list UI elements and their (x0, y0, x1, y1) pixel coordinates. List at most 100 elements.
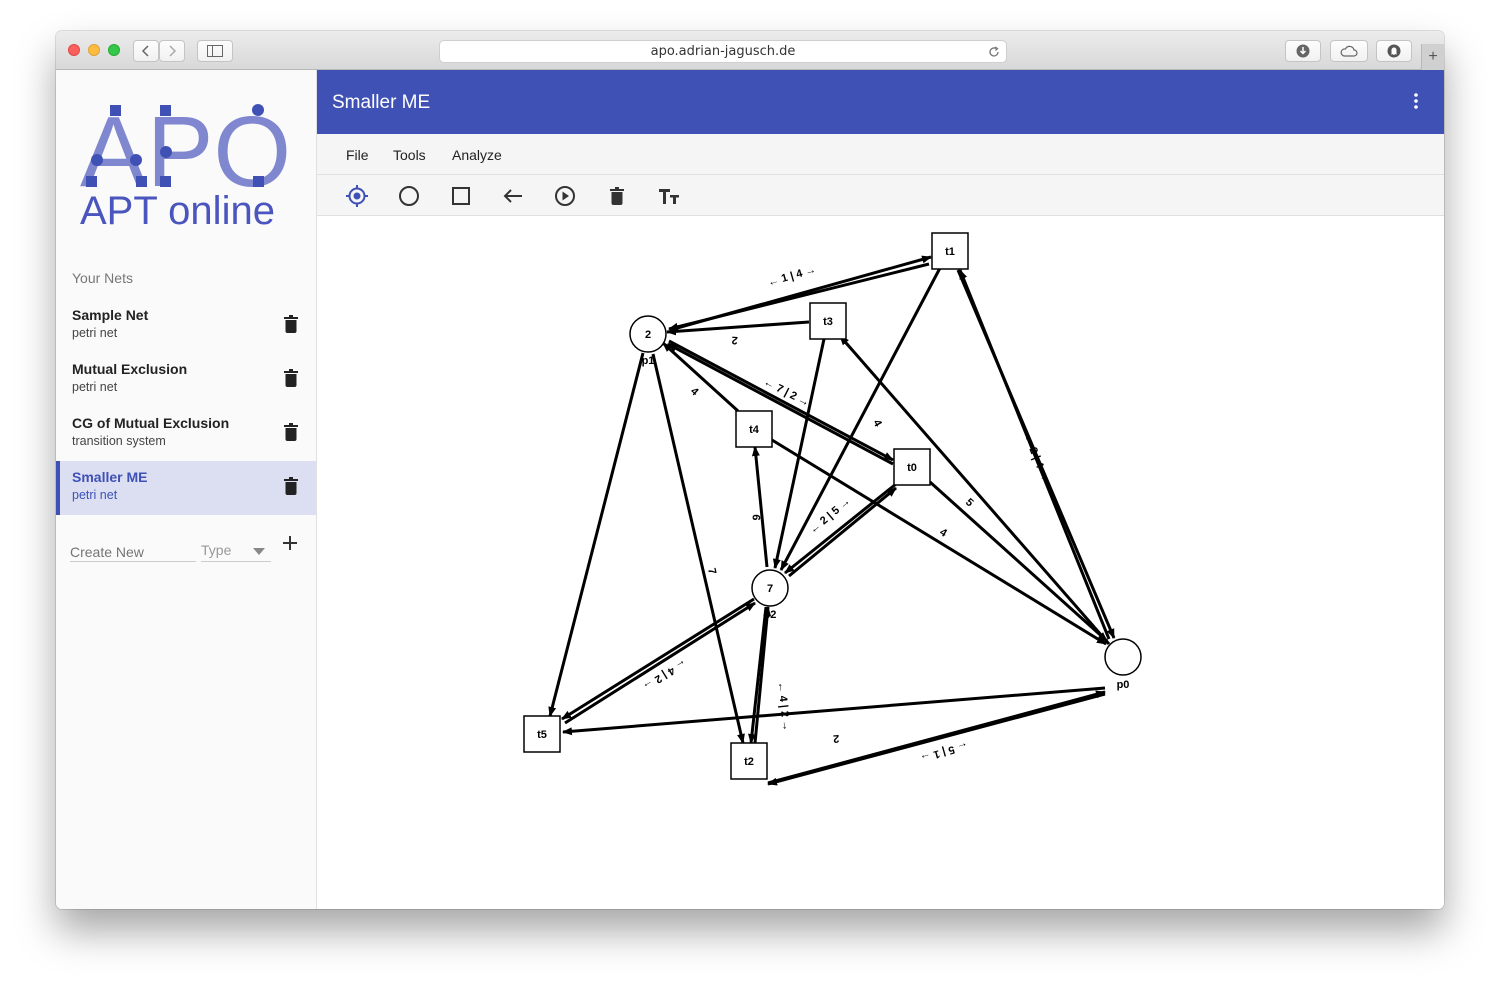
close-window-button[interactable] (68, 44, 80, 56)
transition-t5[interactable]: t5 (523, 715, 561, 753)
forward-button[interactable] (159, 40, 185, 62)
menu-bar: File Tools Analyze (317, 134, 1444, 175)
arc[interactable] (562, 686, 1106, 736)
delete-net-icon[interactable] (284, 477, 298, 495)
arc[interactable] (838, 335, 1111, 645)
arc[interactable] (651, 353, 745, 744)
menu-tools[interactable]: Tools (393, 147, 426, 163)
arc[interactable] (767, 692, 1106, 786)
net-name: CG of Mutual Exclusion (72, 415, 230, 431)
transition-t1[interactable]: t1 (931, 232, 969, 270)
sidebar: APO APT online Your Nets Sample Net petr… (56, 70, 317, 909)
logo-bottom-text: APT online (80, 189, 275, 227)
petri-net-graph[interactable]: ← 1 | 4 → 2 4 ← 7 | 2 → 4 ← 2 | 4 → 6 ← … (317, 216, 1444, 909)
extension-button[interactable] (1376, 40, 1412, 62)
sidebar-toggle-button[interactable] (197, 40, 233, 62)
transition-label: t0 (907, 462, 917, 474)
more-options-icon[interactable] (1414, 93, 1418, 109)
menu-analyze[interactable]: Analyze (452, 147, 502, 163)
net-item-sample-net[interactable]: Sample Net petri net (56, 299, 316, 353)
app-bar: Smaller ME (317, 70, 1444, 134)
transition-label: t3 (823, 316, 833, 328)
arc-label: 4 (937, 526, 949, 540)
arc[interactable] (753, 606, 772, 744)
arc-label: 4 (870, 418, 884, 430)
petri-net-canvas[interactable]: ← 1 | 4 → 2 4 ← 7 | 2 → 4 ← 2 | 4 → 6 ← … (317, 216, 1444, 909)
arc-label: 7 (705, 567, 718, 576)
net-name: Smaller ME (72, 469, 148, 485)
back-button[interactable] (133, 40, 159, 62)
transitions: t1 t3 t4 t0 t5 t2 (523, 232, 969, 780)
arc-tool-button[interactable] (500, 183, 526, 209)
zoom-window-button[interactable] (108, 44, 120, 56)
net-item-smaller-me[interactable]: Smaller ME petri net (56, 461, 316, 515)
place-p0[interactable]: p0 (1104, 638, 1142, 691)
place-label: p0 (1117, 679, 1130, 691)
fire-tool-button[interactable] (552, 183, 578, 209)
page-title: Smaller ME (332, 92, 431, 113)
url-text: apo.adrian-jagusch.de (650, 44, 796, 59)
minimize-window-button[interactable] (88, 44, 100, 56)
place-p2[interactable]: 7 p2 (751, 569, 789, 621)
net-item-mutual-exclusion[interactable]: Mutual Exclusion petri net (56, 353, 316, 407)
url-bar[interactable]: apo.adrian-jagusch.de (439, 40, 1007, 63)
arc[interactable] (751, 446, 769, 568)
select-tool-button[interactable] (344, 183, 370, 209)
icloud-button[interactable] (1330, 40, 1368, 62)
place-tokens: 2 (645, 329, 651, 341)
arc[interactable] (561, 597, 755, 721)
transition-t4[interactable]: t4 (735, 410, 773, 448)
trash-icon (610, 187, 624, 205)
net-item-cg-of-mutual-exclusion[interactable]: CG of Mutual Exclusion transition system (56, 407, 316, 461)
reload-icon[interactable] (988, 46, 1000, 58)
your-nets-heading: Your Nets (72, 270, 133, 286)
text-tool-button[interactable] (656, 183, 682, 209)
transition-label: t2 (744, 756, 754, 768)
net-name: Mutual Exclusion (72, 361, 188, 377)
net-name: Sample Net (72, 307, 149, 323)
cloud-icon (1340, 45, 1358, 57)
net-type: petri net (72, 488, 118, 502)
browser-titlebar: apo.adrian-jagusch.de + (56, 31, 1444, 70)
apo-logo-graphic: APO APT online (80, 96, 291, 233)
transition-t3[interactable]: t3 (809, 302, 847, 340)
circle-icon (399, 186, 419, 206)
arc-label: 5 (963, 496, 976, 509)
transition-t0[interactable]: t0 (893, 448, 931, 486)
download-icon (1296, 44, 1310, 58)
add-net-button[interactable] (283, 530, 297, 556)
delete-tool-button[interactable] (604, 183, 630, 209)
menu-file[interactable]: File (346, 147, 369, 163)
transition-label: t4 (749, 424, 760, 436)
arc[interactable] (748, 606, 768, 744)
arrow-left-icon (503, 189, 522, 203)
delete-net-icon[interactable] (284, 423, 298, 441)
place-p1[interactable]: 2 p1 (629, 315, 667, 367)
create-net-input[interactable] (70, 538, 196, 562)
place-tool-button[interactable] (396, 183, 422, 209)
arc-label: ← 2 | 4 → (1021, 433, 1051, 483)
arc-label: 2 (833, 732, 840, 744)
net-type-select[interactable]: Type (201, 538, 271, 562)
place-tokens: 7 (767, 583, 773, 595)
arc-label: 4 (688, 385, 701, 399)
text-size-icon (659, 189, 679, 204)
new-tab-button[interactable]: + (1421, 44, 1444, 70)
transition-label: t5 (537, 729, 547, 741)
sidebar-icon (207, 45, 223, 57)
arc[interactable] (548, 352, 645, 717)
net-type: petri net (72, 326, 118, 340)
net-type: petri net (72, 380, 118, 394)
place-label: p2 (764, 609, 777, 621)
arc[interactable] (779, 267, 942, 571)
delete-net-icon[interactable] (284, 315, 298, 333)
transition-tool-button[interactable] (448, 183, 474, 209)
browser-window: apo.adrian-jagusch.de + APO APT online Y… (56, 31, 1444, 909)
transition-t2[interactable]: t2 (730, 742, 768, 780)
arc-label: ← 4 | 2 → (640, 656, 688, 692)
apo-logo: APO APT online (80, 96, 295, 233)
arc[interactable] (564, 601, 756, 725)
delete-net-icon[interactable] (284, 369, 298, 387)
downloads-button[interactable] (1285, 40, 1321, 62)
square-icon (452, 187, 470, 205)
